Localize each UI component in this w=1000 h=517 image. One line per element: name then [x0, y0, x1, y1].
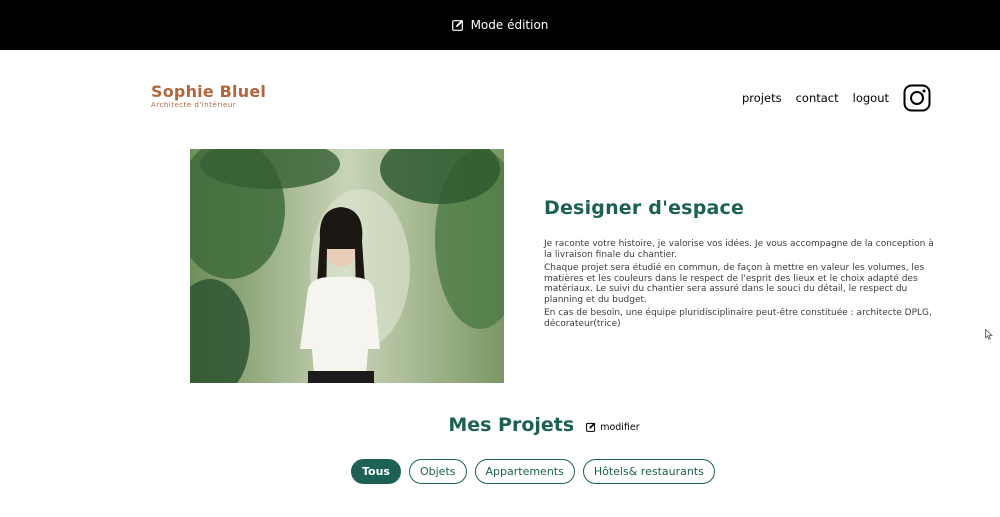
- intro-section: Designer d'espace Je raconte votre histo…: [544, 197, 944, 332]
- brand-logo[interactable]: Sophie Bluel Architecte d'intérieur: [151, 83, 266, 110]
- intro-paragraph: Je raconte votre histoire, je valorise v…: [544, 239, 934, 260]
- modify-button[interactable]: modifier: [586, 421, 640, 433]
- brand-name: Sophie Bluel: [151, 82, 267, 101]
- projects-title: Mes Projets: [448, 414, 575, 436]
- filter-appartements[interactable]: Appartements: [474, 459, 575, 484]
- mouse-cursor-icon: [985, 329, 993, 340]
- main-nav: projets contact logout: [742, 84, 931, 112]
- intro-paragraph: En cas de besoin, une équipe pluridiscip…: [544, 308, 932, 329]
- architect-photo: [190, 149, 504, 383]
- edit-icon: [451, 19, 463, 31]
- brand-subtitle: Architecte d'intérieur: [151, 101, 237, 109]
- project-filters: Tous Objets Appartements Hôtels& restaur…: [351, 459, 715, 484]
- filter-tous[interactable]: Tous: [351, 459, 401, 484]
- edit-icon: [586, 422, 596, 432]
- filter-hotels-restaurants[interactable]: Hôtels& restaurants: [582, 459, 715, 484]
- modify-label: modifier: [600, 421, 640, 433]
- filter-objets[interactable]: Objets: [408, 459, 467, 484]
- instagram-icon[interactable]: [903, 84, 931, 112]
- nav-link-projets[interactable]: projets: [742, 91, 782, 105]
- projects-header: Mes Projets modifier: [0, 414, 1000, 436]
- nav-link-contact[interactable]: contact: [796, 91, 839, 105]
- nav-link-logout[interactable]: logout: [853, 91, 889, 105]
- intro-title: Designer d'espace: [544, 197, 745, 219]
- intro-paragraph: Chaque projet sera étudié en commun, de …: [544, 263, 925, 305]
- edit-mode-label: Mode édition: [470, 18, 549, 32]
- edit-mode-banner: Mode édition: [0, 0, 1000, 50]
